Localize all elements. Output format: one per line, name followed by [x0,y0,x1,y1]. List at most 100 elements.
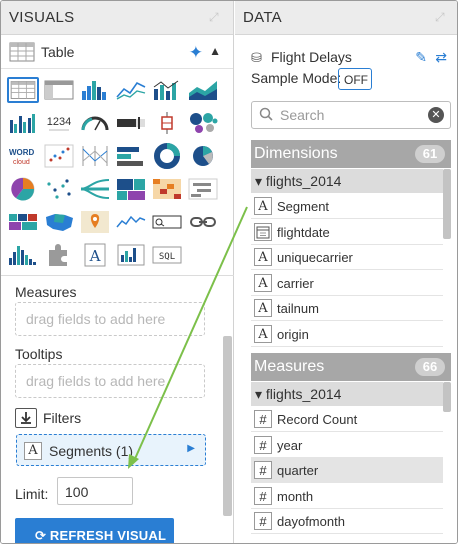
measures-group-toggle[interactable]: ▾ flights_2014 [251,382,443,406]
text-field-icon: A [254,273,272,292]
caret-down-icon: ▾ [255,173,266,189]
field-item[interactable]: Acarrier [251,271,443,296]
field-search-input[interactable]: Search ✕ [251,101,451,129]
dataset-name: Flight Delays [271,49,352,65]
pie-icon[interactable] [187,143,219,169]
histogram-icon[interactable] [7,242,39,268]
sparkle-icon[interactable]: ✦ [189,43,203,63]
field-item[interactable]: # quarter [251,458,443,483]
visuals-title: VISUALS [9,9,75,26]
shuffle-icon[interactable]: ⇄ [435,49,447,66]
field-name: uniquecarrier [277,250,353,265]
tooltips-shelf-label: Tooltips [15,346,63,362]
rich-text-icon[interactable]: A [79,242,111,268]
sparklines-icon[interactable] [115,209,147,235]
extension-icon[interactable] [43,242,75,268]
caret-right-icon[interactable]: ▶ [187,443,195,454]
measures-scrollbar[interactable] [443,382,451,412]
tooltips-dropzone[interactable]: drag fields to add here [15,364,205,398]
kpi-icon[interactable]: 1234 [43,110,75,136]
sql-icon[interactable]: SQL [151,242,183,268]
dimensions-header[interactable]: Dimensions 61 [251,140,451,168]
data-panel: DATA ⤢ ⛁ Flight Delays ✎ ⇄ Sample Mode: … [235,1,457,543]
expand-icon[interactable]: ⤢ [209,10,223,24]
treemap-icon[interactable] [115,176,147,202]
choropleth-icon[interactable] [7,209,39,235]
heatmap-icon[interactable] [151,176,183,202]
gauge-icon[interactable] [79,110,111,136]
data-header: DATA ⤢ [235,1,457,35]
field-item[interactable]: flightdate [251,220,443,245]
network-icon[interactable] [43,176,75,202]
grouped-bars-icon[interactable] [7,110,39,136]
numeric-field-icon: # [254,486,272,505]
text-field-icon: A [254,324,272,343]
measures-header[interactable]: Measures 66 [251,353,451,381]
word-cloud-icon[interactable]: WORD cloud [7,143,39,169]
sample-mode-toggle[interactable]: OFF [338,68,372,90]
limit-input[interactable]: 100 [57,477,133,505]
field-item[interactable]: # year [251,433,443,458]
scatter-icon[interactable] [43,143,75,169]
correlation-icon[interactable] [115,242,147,268]
dimensions-scrollbar[interactable] [443,169,451,239]
radial-icon[interactable] [7,176,39,202]
search-placeholder: Search [280,107,325,123]
donut-icon[interactable] [151,143,183,169]
sample-mode-label: Sample Mode: [251,70,342,86]
segments-pill-label: Segments (1) [49,443,134,459]
field-name: origin [277,326,309,342]
measures-dropzone[interactable]: drag fields to add here [15,302,205,336]
crosstab-icon[interactable] [43,77,75,103]
us-map-icon[interactable] [43,209,75,235]
dataset-icon: ⛁ [251,50,262,65]
lines-icon[interactable] [115,77,147,103]
areas-icon[interactable] [187,77,219,103]
visuals-scrollbar[interactable] [223,336,232,516]
field-item[interactable]: # Record Count [251,407,443,432]
expand-icon[interactable]: ⤢ [435,10,449,24]
field-item[interactable]: Auniquecarrier [251,245,443,270]
text-field-icon: A [24,442,42,460]
interval-icon[interactable] [187,176,219,202]
field-item[interactable]: Aorigin [251,322,443,347]
chevron-up-icon[interactable]: ▲ [209,44,221,58]
field-name: quarter [277,463,319,478]
field-name: year [277,437,303,453]
text-field-icon: A [254,197,272,215]
clear-icon[interactable]: ✕ [428,107,444,123]
dimensions-label: Dimensions [254,145,338,162]
field-item[interactable]: A Segment [251,194,443,219]
combo-icon[interactable] [151,77,183,103]
dimensions-group-toggle[interactable]: ▾ flights_2014 [251,169,443,193]
field-item[interactable]: # month [251,484,443,509]
filters-shelf-label: Filters [43,410,82,426]
field-item[interactable]: # dayofmonth [251,509,443,534]
svg-text:cloud: cloud [13,159,30,166]
bullet-icon[interactable] [115,110,147,136]
map-pin-icon[interactable] [79,209,111,235]
numeric-field-icon: # [254,461,272,479]
packed-bubbles-icon[interactable] [187,110,219,136]
download-icon[interactable] [15,408,37,428]
box-plot-icon[interactable] [151,110,183,136]
table-chart-icon[interactable] [7,77,39,103]
horizontal-bars-icon[interactable] [115,143,147,169]
bars-icon[interactable] [79,77,111,103]
shelves-area: Measures drag fields to add here Tooltip… [1,275,234,543]
sankey-icon[interactable] [79,176,111,202]
field-name: Segment [277,199,330,214]
svg-text:WORD: WORD [9,148,35,157]
chain-link-icon[interactable] [187,209,219,235]
segments-filter-pill[interactable]: A Segments (1) ▶ [16,434,206,466]
refresh-visual-button[interactable]: ⟳ REFRESH VISUAL [15,518,174,543]
svg-text:SQL: SQL [159,252,175,262]
field-item[interactable]: Atailnum [251,296,443,321]
pencil-icon[interactable]: ✎ [415,49,427,66]
parallel-icon[interactable] [79,143,111,169]
search-filter-icon[interactable] [151,209,183,235]
svg-text:A: A [89,247,101,265]
numeric-field-icon: # [254,512,272,530]
calendar-icon [254,222,272,241]
text-field-icon: A [254,248,272,266]
